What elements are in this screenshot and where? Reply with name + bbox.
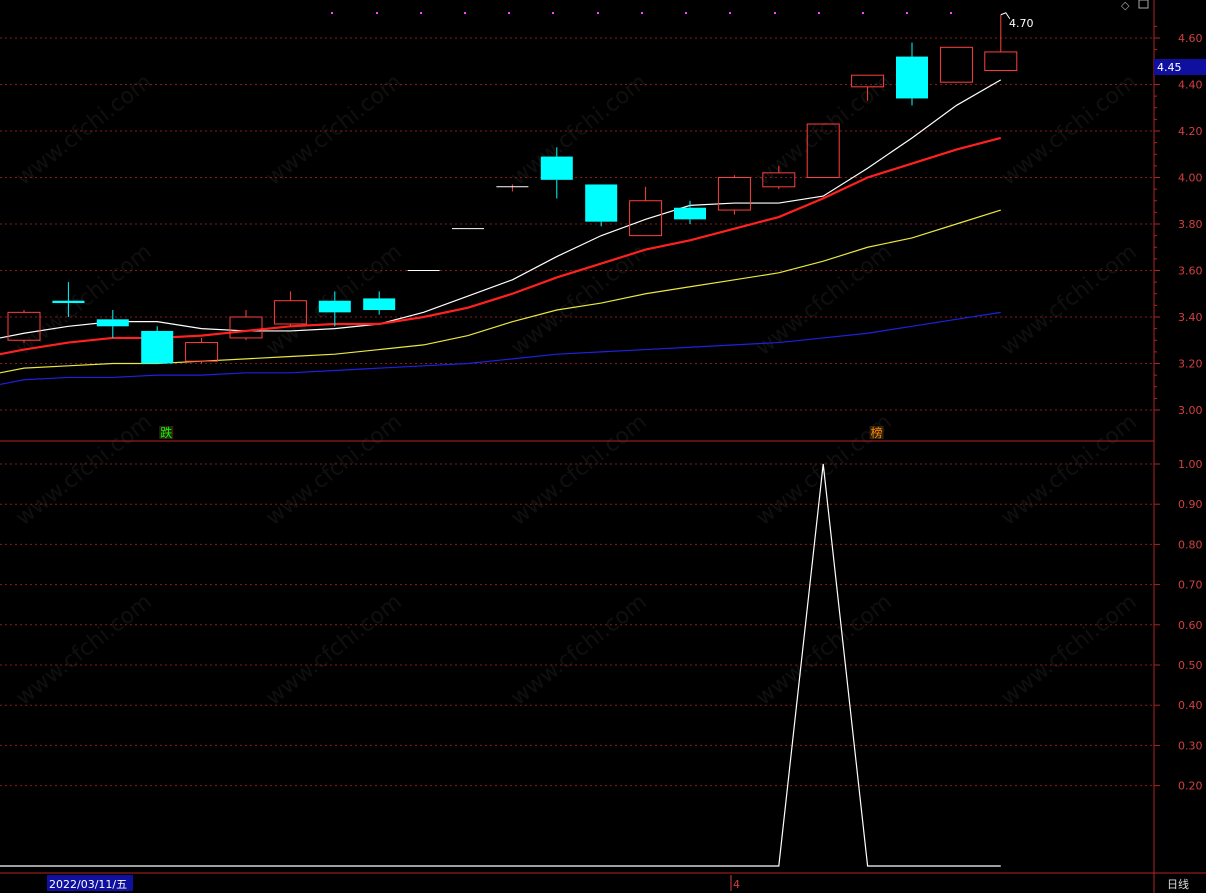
watermark-text: www.cfchi.com	[506, 70, 651, 191]
top-marker	[729, 12, 731, 14]
candle-body-up	[629, 200, 663, 237]
top-marker	[552, 12, 554, 14]
candle	[585, 184, 618, 227]
candle	[717, 175, 751, 215]
price-axis: 4.60 4.40 4.20 4.00 3.80 3.60 3.40 3.20 3.00	[1154, 25, 1203, 417]
watermark-text: www.cfchi.com	[996, 240, 1141, 361]
watermark-text: www.cfchi.com	[506, 590, 651, 711]
indicator-tick-label: 0.90	[1178, 498, 1203, 511]
price-tick-label: 4.60	[1178, 32, 1203, 45]
indicator-tick-label: 0.30	[1178, 739, 1203, 752]
watermark-layer: www.cfchi.com www.cfchi.com www.cfchi.com w…	[11, 70, 1141, 711]
candle-body-down	[363, 298, 396, 311]
top-marker	[508, 12, 510, 14]
candle	[629, 186, 663, 237]
top-marker	[464, 12, 466, 14]
top-marker	[376, 12, 378, 14]
high-price-marker: 4.70	[1000, 12, 1034, 30]
window-controls[interactable]: ◇	[1121, 0, 1149, 12]
grid-lines	[0, 37, 1154, 787]
price-tick-label: 4.00	[1178, 172, 1203, 185]
candle	[896, 42, 928, 106]
watermark-text: www.cfchi.com	[506, 410, 651, 531]
watermark-text: www.cfchi.com	[751, 590, 896, 711]
stock-chart[interactable]: www.cfchi.com www.cfchi.com www.cfchi.com w…	[0, 0, 1206, 893]
watermark-text: www.cfchi.com	[11, 240, 156, 361]
top-marker	[641, 12, 643, 14]
top-marker	[906, 12, 908, 14]
price-tick-label: 3.80	[1178, 218, 1203, 231]
period-label[interactable]: 日线	[1167, 877, 1189, 891]
top-marker	[774, 12, 776, 14]
indicator-tick-label: 0.40	[1178, 699, 1203, 712]
candle	[229, 310, 263, 341]
price-tick-label: 3.20	[1178, 358, 1203, 371]
indicator-tick-label: 1.00	[1178, 458, 1203, 471]
watermark-text: www.cfchi.com	[996, 70, 1141, 191]
candle-body-down	[141, 330, 174, 364]
top-marker	[597, 12, 599, 14]
price-tick-label: 3.40	[1178, 311, 1203, 324]
signal-annotations: 跌榜	[159, 425, 884, 440]
candle	[939, 46, 973, 83]
watermark-text: www.cfchi.com	[11, 590, 156, 711]
candle	[185, 337, 219, 364]
top-marker	[862, 12, 864, 14]
watermark-text: www.cfchi.com	[261, 70, 406, 191]
top-marker	[818, 12, 820, 14]
indicator-tick-label: 0.70	[1178, 579, 1203, 592]
candle-body-up	[984, 51, 1018, 72]
candle-body-up	[185, 342, 219, 362]
candle-body-down	[52, 300, 85, 304]
top-marker	[331, 12, 333, 14]
candle-body-down	[318, 300, 351, 313]
candle-body-up	[717, 177, 751, 211]
annotation-label: 跌	[160, 425, 172, 440]
candle-body-down	[896, 56, 928, 99]
candle	[96, 310, 129, 338]
indicator-tick-label: 0.50	[1178, 659, 1203, 672]
candle-body-down	[585, 184, 618, 222]
current-price-label: 4.45	[1157, 61, 1182, 74]
candlestick-series	[7, 14, 1018, 364]
candle	[363, 291, 396, 315]
x-axis: 2022/03/11/五 4 日线	[47, 875, 1189, 891]
top-marker	[420, 12, 422, 14]
price-tick-label: 4.20	[1178, 125, 1203, 138]
indicator-tick-label: 0.80	[1178, 538, 1203, 551]
indicator-tick-label: 0.60	[1178, 619, 1203, 632]
price-tick-label: 3.00	[1178, 404, 1203, 417]
watermark-text: www.cfchi.com	[996, 410, 1141, 531]
watermark-text: www.cfchi.com	[506, 240, 651, 361]
candle-body-up	[939, 46, 973, 83]
candle-body-up	[229, 316, 263, 339]
top-marker	[685, 12, 687, 14]
indicator-axis: 1.00 0.90 0.80 0.70 0.60 0.50 0.40 0.30 0.20	[1154, 458, 1203, 793]
watermark-text: www.cfchi.com	[996, 590, 1141, 711]
watermark-text: www.cfchi.com	[11, 410, 156, 531]
month-label: 4	[733, 878, 740, 891]
candle-body-down	[96, 319, 129, 327]
annotation-label: 榜	[871, 425, 883, 440]
price-tick-label: 3.60	[1178, 265, 1203, 278]
watermark-text: www.cfchi.com	[261, 410, 406, 531]
top-marker	[950, 12, 952, 14]
watermark-text: www.cfchi.com	[261, 590, 406, 711]
price-tick-label: 4.40	[1178, 79, 1203, 92]
indicator-tick-label: 0.20	[1178, 780, 1203, 793]
candle-body-down	[674, 207, 706, 220]
restore-icon	[1138, 0, 1149, 9]
high-price-label: 4.70	[1009, 17, 1034, 30]
diamond-icon: ◇	[1121, 0, 1130, 12]
watermark-text: www.cfchi.com	[11, 70, 156, 191]
candle	[141, 326, 174, 364]
date-label: 2022/03/11/五	[49, 878, 127, 891]
current-price-badge: 4.45	[1154, 59, 1206, 75]
candle-body-down	[540, 156, 573, 180]
top-markers	[331, 12, 952, 14]
